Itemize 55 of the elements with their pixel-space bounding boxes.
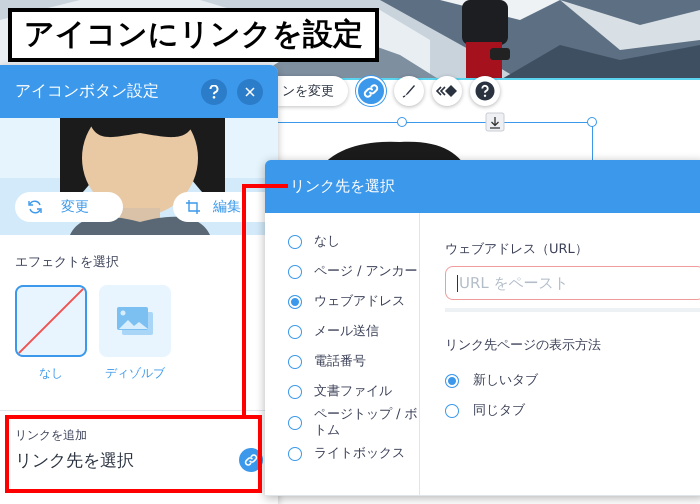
- resize-handle[interactable]: [397, 117, 407, 127]
- page-heading: アイコンにリンクを設定: [8, 8, 379, 62]
- resize-handle[interactable]: [587, 117, 597, 127]
- radio-label: メール送信: [314, 324, 379, 340]
- radio-button[interactable]: [288, 416, 302, 430]
- help-icon: [209, 84, 219, 98]
- help-button[interactable]: [470, 76, 500, 106]
- effect-tile[interactable]: [15, 285, 87, 357]
- pen-icon: [401, 83, 417, 99]
- crop-button[interactable]: 編集: [173, 192, 265, 222]
- radio-label: ライトボックス: [314, 446, 405, 462]
- link-icon: [363, 83, 379, 99]
- change-button[interactable]: 変更: [15, 192, 123, 222]
- animation-button[interactable]: [432, 76, 462, 106]
- animation-icon: [436, 83, 458, 99]
- radio-label: 文書ファイル: [314, 384, 392, 400]
- none-icon: [17, 287, 85, 355]
- field-label: ウェブアドレス（URL）: [445, 241, 589, 258]
- radio-button[interactable]: [288, 235, 302, 249]
- radio-button[interactable]: [288, 295, 302, 309]
- link-button[interactable]: [356, 76, 386, 106]
- radio-label: ページ / アンカー: [314, 264, 418, 280]
- radio-button[interactable]: [288, 447, 302, 461]
- radio-label: 電話番号: [314, 354, 366, 370]
- download-icon[interactable]: [486, 112, 504, 132]
- radio-button[interactable]: [445, 404, 459, 418]
- radio-label: 同じタブ: [473, 403, 525, 419]
- panel-title: アイコンボタン設定: [15, 81, 160, 102]
- effect-label: ディゾルブ: [105, 365, 165, 382]
- effect-label: なし: [39, 365, 63, 382]
- close-button[interactable]: [237, 78, 263, 104]
- refresh-icon: [27, 199, 43, 215]
- pen-button[interactable]: [394, 76, 424, 106]
- radio-button[interactable]: [288, 385, 302, 399]
- radio-label: ページトップ / ボトム: [314, 407, 419, 439]
- url-field[interactable]: URL をペースト: [445, 266, 700, 300]
- link-value: リンク先を選択: [15, 450, 134, 472]
- close-icon: [245, 86, 255, 96]
- change-button[interactable]: ンを変更: [278, 76, 348, 106]
- effect-tile[interactable]: [99, 285, 171, 357]
- radio-button[interactable]: [288, 265, 302, 279]
- section-label: エフェクトを選択: [15, 254, 120, 271]
- link-label: リンクを追加: [15, 427, 88, 444]
- radio-button[interactable]: [288, 325, 302, 339]
- section-label: リンク先ページの表示方法: [445, 337, 602, 354]
- dialog-title: リンク先を選択: [290, 177, 395, 196]
- link-icon: [244, 453, 258, 467]
- radio-label: ウェブアドレス: [314, 294, 405, 310]
- radio-button[interactable]: [445, 374, 459, 388]
- radio-label: なし: [314, 234, 340, 250]
- radio-button[interactable]: [288, 355, 302, 369]
- help-icon: [475, 81, 495, 101]
- crop-icon: [185, 199, 201, 215]
- image-icon: [117, 307, 153, 335]
- radio-label: 新しいタブ: [473, 373, 538, 389]
